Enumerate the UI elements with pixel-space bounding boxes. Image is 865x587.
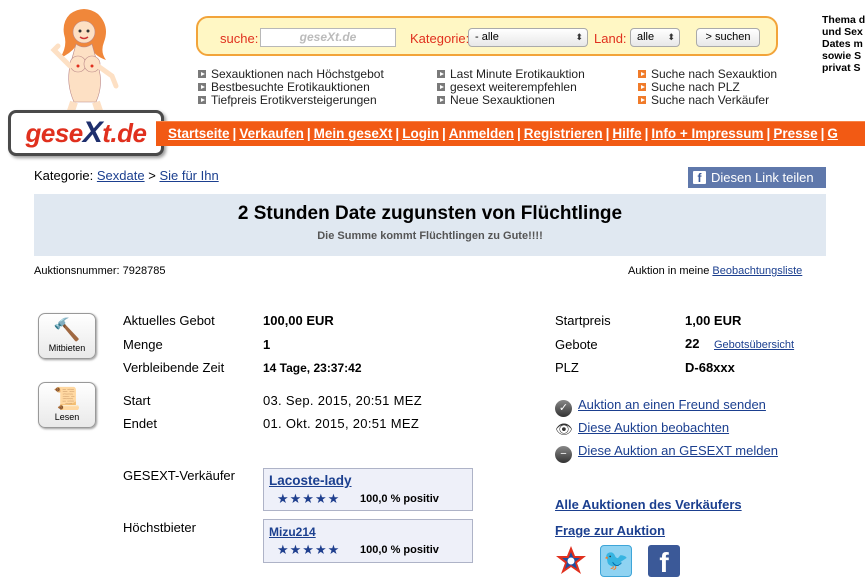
quicklink[interactable]: Suche nach Verkäufer — [638, 94, 777, 107]
arrow-bullet-icon — [638, 70, 646, 78]
eye-icon: 👁 — [555, 421, 573, 437]
nav-registrieren[interactable]: Registrieren — [524, 126, 603, 141]
auction-subtitle: Die Summe kommt Flüchtlingen zu Gute!!!! — [317, 230, 543, 242]
quantity-value: 1 — [263, 337, 271, 352]
arrow-bullet-icon — [437, 96, 445, 104]
arrow-bullet-icon — [638, 96, 646, 104]
quicklinks-col-2: Last Minute Erotikauktion gesext weitere… — [437, 68, 585, 107]
arrow-bullet-icon — [198, 83, 206, 91]
category-label: Kategorie: — [410, 31, 470, 46]
send-to-friend-action[interactable]: ✓ Auktion an einen Freund senden — [555, 397, 766, 417]
auction-number: Auktionsnummer: 7928785 — [34, 265, 166, 277]
bidder-name-link[interactable]: Mizu214 — [269, 525, 316, 539]
startprice-label: Startpreis — [555, 313, 611, 328]
question-link[interactable]: Frage zur Auktion — [555, 523, 665, 538]
mascot-illustration — [50, 9, 119, 114]
rating-stars-icon: ★★★★★ — [277, 542, 341, 557]
logo-text: geseXt.de — [25, 116, 147, 149]
quicklinks-col-1: Sexauktionen nach Höchstgebot Bestbesuch… — [198, 68, 384, 107]
send-to-friend-link[interactable]: Auktion an einen Freund senden — [578, 397, 766, 412]
search-input[interactable]: geseXt.de — [260, 28, 396, 47]
startprice-value: 1,00 EUR — [685, 313, 742, 328]
category-select-value: - alle — [475, 31, 499, 43]
country-select-value: alle — [637, 31, 655, 43]
bidder-rating: 100,0 % positiv — [360, 544, 439, 556]
seller-box: Lacoste-lady ★★★★★ 100,0 % positiv — [263, 468, 473, 511]
start-value: 03. Sep. 2015, 20:51 MEZ — [263, 393, 422, 408]
arrow-bullet-icon — [198, 70, 206, 78]
remaining-time-label: Verbleibende Zeit — [123, 360, 225, 375]
nav-login[interactable]: Login — [402, 126, 439, 141]
main-nav: Startseite | Verkaufen | Mein geseXt | Login | A… — [156, 121, 865, 146]
watch-auction-action[interactable]: 👁 Diese Auktion beobachten — [555, 420, 729, 438]
category-select[interactable]: - alle ⬍ — [468, 28, 588, 47]
search-bar: suche: geseXt.de Kategorie: - alle ⬍ Lan… — [196, 16, 778, 56]
arrow-bullet-icon — [437, 83, 445, 91]
read-button[interactable]: 📜 Lesen — [38, 382, 96, 428]
search-button[interactable]: > suchen — [696, 28, 760, 47]
auction-title: 2 Stunden Date zugunsten von Flüchtlinge — [237, 203, 623, 224]
select-arrows-icon: ⬍ — [575, 32, 583, 42]
arrow-bullet-icon — [437, 70, 445, 78]
facebook-icon: f — [693, 171, 706, 185]
select-arrows-icon: ⬍ — [667, 32, 675, 42]
end-label: Endet — [123, 416, 157, 431]
auction-title-box: 2 Stunden Date zugunsten von Flüchtlinge… — [34, 194, 826, 256]
nav-verkaufen[interactable]: Verkaufen — [239, 126, 304, 141]
facebook-icon[interactable]: f — [648, 545, 680, 578]
arrow-bullet-icon — [638, 83, 646, 91]
country-select[interactable]: alle ⬍ — [630, 28, 680, 47]
nav-info-impressum[interactable]: Info + Impressum — [651, 126, 763, 141]
start-label: Start — [123, 393, 151, 408]
nav-anmelden[interactable]: Anmelden — [449, 126, 514, 141]
highest-bidder-label: Höchstbieter — [123, 520, 196, 535]
breadcrumb: Kategorie: Sexdate > Sie für Ihn — [34, 168, 219, 183]
nav-hilfe[interactable]: Hilfe — [612, 126, 641, 141]
watchlist-text: Auktion in meine Beobachtungsliste — [628, 265, 803, 277]
breadcrumb-sexdate[interactable]: Sexdate — [97, 168, 145, 183]
nav-presse[interactable]: Presse — [773, 126, 817, 141]
star-social-icon[interactable] — [555, 545, 587, 577]
watch-auction-link[interactable]: Diese Auktion beobachten — [578, 420, 729, 435]
nav-startseite[interactable]: Startseite — [168, 126, 230, 141]
remaining-time-value: 14 Tage, 23:37:42 — [263, 361, 362, 375]
gavel-icon: 🔨 — [53, 317, 81, 342]
current-bid-value: 100,00 EUR — [263, 313, 334, 328]
site-description: Thema d und Sex Dates m sowie Sprivat S — [822, 14, 865, 74]
plz-value: D-68xxx — [685, 360, 735, 375]
arrow-bullet-icon — [198, 96, 206, 104]
bid-button[interactable]: 🔨 Mitbieten — [38, 313, 96, 359]
site-logo[interactable]: geseXt.de — [8, 110, 164, 156]
highest-bidder-box: Mizu214 ★★★★★ 100,0 % positiv — [263, 519, 473, 563]
nav-mein-gesext[interactable]: Mein geseXt — [314, 126, 393, 141]
watchlist-link[interactable]: Beobachtungsliste — [712, 265, 802, 277]
plz-label: PLZ — [555, 360, 579, 375]
bid-overview-link[interactable]: Gebotsübersicht — [714, 339, 794, 351]
minus-circle-icon: − — [555, 446, 572, 463]
bids-label: Gebote — [555, 337, 598, 352]
rating-stars-icon: ★★★★★ — [277, 491, 341, 506]
quicklink[interactable]: Neue Sexauktionen — [437, 94, 585, 107]
end-value: 01. Okt. 2015, 20:51 MEZ — [263, 416, 420, 431]
twitter-icon[interactable]: 🐦 — [600, 545, 632, 577]
seller-name-link[interactable]: Lacoste-lady — [269, 473, 352, 488]
seller-rating: 100,0 % positiv — [360, 493, 439, 505]
country-label: Land: — [594, 31, 627, 46]
all-seller-auctions-link[interactable]: Alle Auktionen des Verkäufers — [555, 497, 742, 512]
seller-label: GESEXT-Verkäufer — [123, 468, 235, 483]
current-bid-label: Aktuelles Gebot — [123, 313, 215, 328]
breadcrumb-sie-fuer-ihn[interactable]: Sie für Ihn — [159, 168, 218, 183]
quicklinks-col-3: Suche nach Sexauktion Suche nach PLZ Suc… — [638, 68, 777, 107]
report-auction-action[interactable]: − Diese Auktion an GESEXT melden — [555, 443, 778, 463]
scroll-icon: 📜 — [53, 386, 81, 411]
bids-count: 22 — [685, 336, 700, 351]
report-auction-link[interactable]: Diese Auktion an GESEXT melden — [578, 443, 778, 458]
search-label: suche: — [220, 31, 259, 46]
checkmark-icon: ✓ — [555, 400, 572, 417]
facebook-share-button[interactable]: f Diesen Link teilen — [688, 167, 826, 188]
quantity-label: Menge — [123, 337, 163, 352]
quicklink[interactable]: Tiefpreis Erotikversteigerungen — [198, 94, 384, 107]
nav-cropped[interactable]: G — [827, 126, 838, 141]
